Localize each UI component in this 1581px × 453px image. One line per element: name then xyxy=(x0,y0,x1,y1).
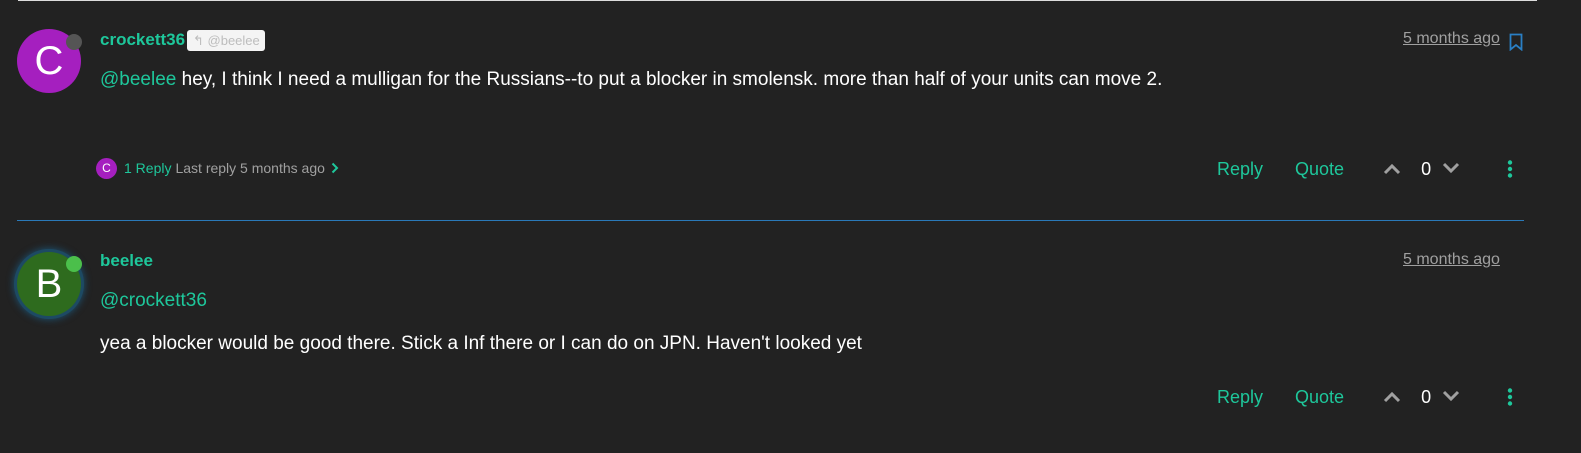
post-timeago[interactable]: 5 months ago xyxy=(1403,251,1500,269)
post-text: yea a blocker would be good there. Stick… xyxy=(100,333,862,354)
post-actions: Reply Quote 0 xyxy=(1217,385,1513,409)
chevron-down-icon[interactable] xyxy=(1441,161,1461,175)
chevron-right-icon[interactable] xyxy=(331,162,339,174)
reply-button[interactable]: Reply xyxy=(1217,159,1263,180)
vertical-dots-icon[interactable] xyxy=(1507,160,1513,178)
quote-button[interactable]: Quote xyxy=(1295,387,1344,408)
chevron-up-icon[interactable] xyxy=(1382,390,1402,404)
chevron-up-icon[interactable] xyxy=(1382,162,1402,176)
post-timeago[interactable]: 5 months ago xyxy=(1403,30,1500,48)
post-actions: Reply Quote 0 xyxy=(1217,157,1513,181)
post-mention-line: @crockett36 xyxy=(100,290,207,312)
reply-arrow-icon: ↰ xyxy=(193,33,208,48)
reply-count[interactable]: 1 Reply xyxy=(124,160,171,176)
vertical-dots-icon[interactable] xyxy=(1507,388,1513,406)
chevron-down-icon[interactable] xyxy=(1441,389,1461,403)
replies-summary[interactable]: C 1 Reply Last reply 5 months ago xyxy=(96,157,339,179)
bookmark-icon[interactable] xyxy=(1509,33,1523,51)
vote-count: 0 xyxy=(1421,386,1432,407)
quote-button[interactable]: Quote xyxy=(1295,159,1344,180)
reply-button[interactable]: Reply xyxy=(1217,387,1263,408)
status-online-icon xyxy=(66,256,82,272)
vote-count: 0 xyxy=(1421,158,1432,179)
post-content: @beelee hey, I think I need a mulligan f… xyxy=(100,69,1162,91)
last-reply-time: Last reply 5 months ago xyxy=(175,160,325,176)
parent-post-badge[interactable]: ↰ @beelee xyxy=(187,30,265,51)
top-border xyxy=(18,0,1537,1)
parent-badge-label: @beelee xyxy=(207,33,260,48)
post-divider xyxy=(17,220,1524,221)
username-link[interactable]: crockett36 xyxy=(100,30,185,50)
post-text: hey, I think I need a mulligan for the R… xyxy=(176,69,1163,90)
status-offline-icon xyxy=(66,34,82,50)
reply-avatar: C xyxy=(96,157,117,179)
user-mention[interactable]: @beelee xyxy=(100,69,176,90)
user-mention[interactable]: @crockett36 xyxy=(100,290,207,311)
username-link[interactable]: beelee xyxy=(100,251,153,271)
